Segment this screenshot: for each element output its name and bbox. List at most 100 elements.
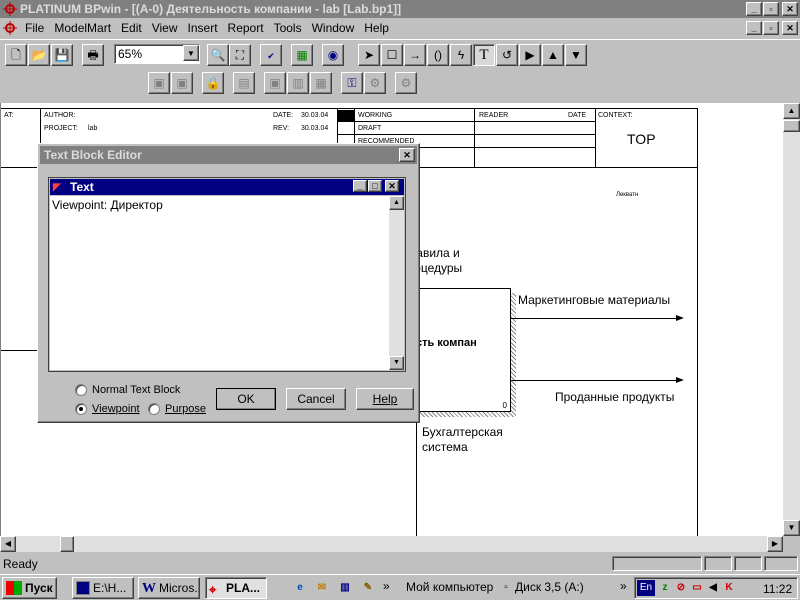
tunnel-tool[interactable]: () (427, 44, 449, 66)
menu-window[interactable]: Window (307, 19, 360, 37)
scroll-thumb[interactable] (783, 120, 800, 132)
floppy-icon[interactable]: ▫ (498, 580, 514, 596)
my-computer-link[interactable]: Мой компьютер (406, 580, 493, 594)
squiggle-tool[interactable]: ϟ (450, 44, 472, 66)
menu-report[interactable]: Report (223, 19, 269, 37)
print-button[interactable]: 🖶 (82, 44, 104, 66)
restore-button[interactable]: ▫ (763, 2, 779, 16)
mm-disconnect-button[interactable]: ▣ (171, 72, 193, 94)
dialog-close-button[interactable]: ✕ (399, 148, 415, 162)
save-button[interactable]: 💾 (51, 44, 73, 66)
text-window-maximize[interactable]: □ (368, 180, 382, 192)
zoom-select[interactable]: 65% ▼ (114, 44, 200, 64)
scroll-up-button[interactable]: ▲ (783, 103, 800, 119)
header-at-label: AT: (4, 112, 14, 119)
mm-lock-button[interactable]: 🔒 (202, 72, 224, 94)
text-scroll-down[interactable]: ▼ (389, 356, 404, 370)
kaspersky-icon[interactable]: K (721, 580, 737, 596)
taskbar-item-bpwin[interactable]: ⌖ PLA... (205, 577, 267, 599)
model-explorer-button[interactable]: ◉ (322, 44, 344, 66)
text-window-minimize[interactable]: _ (353, 180, 367, 192)
menu-file[interactable]: File (20, 19, 49, 37)
chevron-down-icon[interactable]: ▼ (183, 45, 199, 61)
radio-viewpoint-label: Viewpoint (92, 403, 140, 415)
doc-icon[interactable] (3, 21, 17, 35)
desktop-icon[interactable]: ▥ (337, 580, 353, 596)
play-icon: ▶ (525, 48, 535, 62)
scroll-left-button[interactable]: ◀ (0, 536, 16, 552)
horizontal-scrollbar[interactable]: ◀ ▶ (0, 536, 783, 552)
tunnel-icon: () (434, 48, 442, 62)
pencil-icon[interactable]: ✎ (360, 580, 376, 596)
doc-restore-button[interactable]: ▫ (763, 21, 779, 35)
go-down-button[interactable]: ▼ (565, 44, 587, 66)
radio-viewpoint[interactable] (75, 403, 87, 415)
antivirus-icon[interactable]: ⊘ (673, 580, 689, 596)
mm-options-button[interactable]: ⚙ (364, 72, 386, 94)
close-button[interactable]: ✕ (782, 2, 798, 16)
language-indicator[interactable]: En (637, 580, 655, 596)
doc-minimize-button[interactable]: _ (746, 21, 762, 35)
go-up-button[interactable]: ▲ (542, 44, 564, 66)
mm-connect-button[interactable]: ▣ (148, 72, 170, 94)
menu-modelmart[interactable]: ModelMart (49, 19, 116, 37)
ok-button[interactable]: OK (216, 388, 276, 410)
text-scrollbar[interactable]: ▲ ▼ (389, 196, 404, 370)
mm-save-button[interactable]: ▣ (264, 72, 286, 94)
go-to-button[interactable]: ▶ (519, 44, 541, 66)
undo-button[interactable]: ↺ (496, 44, 518, 66)
status-text: Ready (3, 557, 38, 571)
start-button[interactable]: Пуск (2, 577, 57, 599)
printer-tray-icon[interactable]: ▭ (689, 580, 705, 596)
output1-label: Маркетинговые материалы (518, 293, 671, 307)
text-tool[interactable]: T (473, 44, 495, 66)
scroll-right-button[interactable]: ▶ (767, 536, 783, 552)
zoom-in-button[interactable]: 🔍 (207, 44, 229, 66)
mm-settings-button[interactable]: ⚙ (395, 72, 417, 94)
minimize-button[interactable]: _ (746, 2, 762, 16)
scroll-down-button[interactable]: ▼ (783, 520, 800, 536)
text-window-close[interactable]: ✕ (385, 180, 399, 192)
text-block-input[interactable]: Viewpoint: Директор (50, 196, 389, 370)
navigator-button[interactable]: ▦ (291, 44, 313, 66)
taskbar: Пуск E:\H... W Micros... ⌖ PLA... e ✉ ▥ … (0, 574, 800, 600)
new-button[interactable]: 🗋 (5, 44, 27, 66)
menu-tools[interactable]: Tools (269, 19, 307, 37)
arrow-tool[interactable]: → (404, 44, 426, 66)
radio-normal-text-block[interactable] (75, 384, 87, 396)
mm-merge-button[interactable]: ▥ (287, 72, 309, 94)
menu-help[interactable]: Help (359, 19, 394, 37)
menu-edit[interactable]: Edit (116, 19, 147, 37)
spell-check-button[interactable]: ✔ (260, 44, 282, 66)
mm-open-button[interactable]: ▤ (233, 72, 255, 94)
radio-purpose[interactable] (148, 403, 160, 415)
model-explorer-icon: ◉ (327, 48, 339, 62)
quick-launch-more[interactable]: » (383, 579, 390, 593)
cancel-button[interactable]: Cancel (286, 388, 346, 410)
windows-logo-icon (6, 581, 22, 595)
volume-icon[interactable]: ◀ (705, 580, 721, 596)
status-panel (764, 556, 798, 571)
taskbar-item-explorer[interactable]: E:\H... (72, 577, 134, 599)
options-icon: ⚙ (369, 76, 381, 90)
ie-icon[interactable]: e (292, 580, 308, 596)
disk-link[interactable]: Диск 3,5 (A:) (515, 580, 584, 594)
box-tool[interactable]: ☐ (381, 44, 403, 66)
menu-insert[interactable]: Insert (183, 19, 223, 37)
open-button[interactable]: 📂 (28, 44, 50, 66)
mm-library-button[interactable]: ▦ (310, 72, 332, 94)
scroll-h-thumb[interactable] (60, 536, 74, 552)
zoom-fit-button[interactable]: ⛶ (229, 44, 251, 66)
vertical-scrollbar[interactable]: ▲ ▼ (783, 103, 800, 536)
text-window-title-bar: ◤ Text (50, 179, 404, 195)
doc-close-button[interactable]: ✕ (782, 21, 798, 35)
taskbar-item-word[interactable]: W Micros... (138, 577, 200, 599)
outlook-icon[interactable]: ✉ (314, 580, 330, 596)
mm-security-button[interactable]: ⚿ (341, 72, 363, 94)
zip-icon[interactable]: z (657, 580, 673, 596)
menu-view[interactable]: View (147, 19, 183, 37)
tray-more[interactable]: » (620, 579, 627, 593)
text-scroll-up[interactable]: ▲ (389, 196, 404, 210)
pointer-tool[interactable]: ➤ (358, 44, 380, 66)
help-button[interactable]: Help (356, 388, 414, 410)
